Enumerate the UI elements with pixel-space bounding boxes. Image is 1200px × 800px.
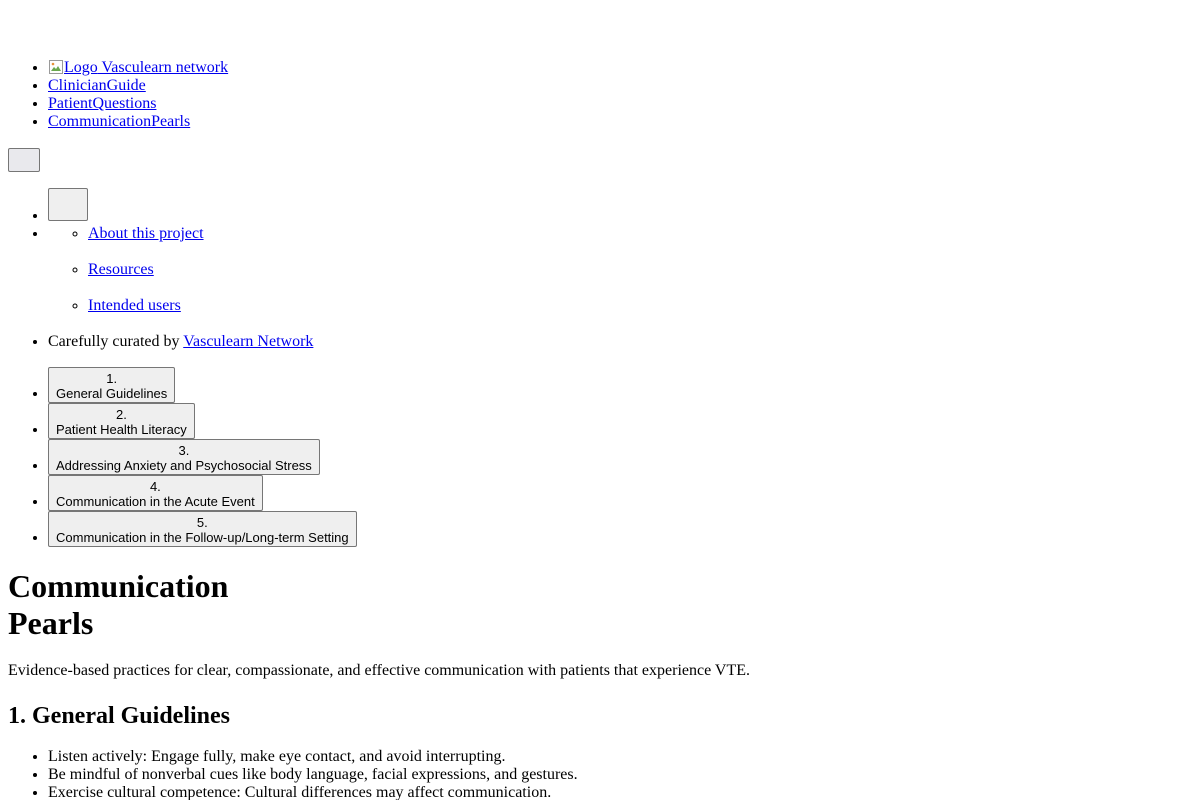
page-subtitle: Evidence-based practices for clear, comp… [8,662,751,679]
guideline-item: Be mindful of nonverbal cues like body l… [48,766,1192,784]
section-label: General Guidelines [56,385,168,401]
nav-item-logo: Logo Vasculearn network [48,59,1192,77]
nav-link-patient-questions[interactable]: PatientQuestions [48,95,156,112]
nav-link-clinician-guide[interactable]: ClinicianGuide [48,77,146,94]
page-title-line1: Communication [8,568,229,604]
page-title: Communication Pearls [8,568,1192,642]
sub-link-item-about: About this project [88,225,1192,243]
logo-alt-text: Logo [64,59,98,76]
section-label: Communication in the Follow-up/Long-term… [56,529,349,545]
about-project-link[interactable]: About this project [88,225,204,242]
section-number: 5. [196,514,208,530]
section-button-anxiety[interactable]: 3.Addressing Anxiety and Psychosocial St… [48,439,320,475]
sub-link-item-resources: Resources [88,261,1192,279]
curated-prefix: Carefully curated by [48,333,180,350]
section-label: Communication in the Acute Event [56,493,255,509]
nav-item-communication-pearls: CommunicationPearls [48,113,1192,131]
section-item-3: 3.Addressing Anxiety and Psychosocial St… [48,439,1192,475]
section-number: 2. [115,406,127,422]
expand-button[interactable] [48,188,88,221]
sub-links-item: About this project Resources Intended us… [48,225,1192,315]
section-item-4: 4.Communication in the Acute Event [48,475,1192,511]
section-item-1: 1.General Guidelines [48,367,1192,403]
page: Logo Vasculearn network ClinicianGuide P… [0,0,1200,800]
section-item-2: 2.Patient Health Literacy [48,403,1192,439]
section-label: Patient Health Literacy [56,421,187,437]
nav-item-clinician-guide: ClinicianGuide [48,77,1192,95]
section-number: 1. [106,370,118,386]
resources-link[interactable]: Resources [88,261,154,278]
section-button-health-literacy[interactable]: 2.Patient Health Literacy [48,403,195,439]
logo-link[interactable]: Logo Vasculearn network [48,59,228,76]
section-label: Addressing Anxiety and Psychosocial Stre… [56,457,312,473]
logo-text: Vasculearn network [101,59,229,76]
nav-item-patient-questions: PatientQuestions [48,95,1192,113]
curated-by: Carefully curated by Vasculearn Network [48,333,1192,351]
section-number: 4. [149,478,161,494]
section-buttons: 1.General Guidelines 2.Patient Health Li… [8,367,1192,547]
nav-link-communication-pearls[interactable]: CommunicationPearls [48,113,190,130]
sub-link-item-intended-users: Intended users [88,297,1192,315]
section-item-5: 5.Communication in the Follow-up/Long-te… [48,511,1192,547]
guideline-item: Exercise cultural competence: Cultural d… [48,784,1192,800]
top-nav: Logo Vasculearn network ClinicianGuide P… [8,0,1192,131]
section-button-general-guidelines[interactable]: 1.General Guidelines [48,367,176,403]
intended-users-link[interactable]: Intended users [88,297,181,314]
secondary-menu: About this project Resources Intended us… [8,188,1192,351]
broken-image-icon [48,59,64,75]
guideline-item: Listen actively: Engage fully, make eye … [48,748,1192,766]
guidelines-list: Listen actively: Engage fully, make eye … [8,748,1192,800]
page-title-line2: Pearls [8,605,94,641]
expand-item [48,188,1192,225]
section-button-follow-up[interactable]: 5.Communication in the Follow-up/Long-te… [48,511,357,547]
vasculearn-network-link[interactable]: Vasculearn Network [183,333,313,350]
section-number: 3. [178,442,190,458]
sub-links: About this project Resources Intended us… [48,225,1192,315]
section-heading: 1. General Guidelines [8,703,230,729]
section-button-acute-event[interactable]: 4.Communication in the Acute Event [48,475,263,511]
menu-toggle-button[interactable] [8,148,40,172]
